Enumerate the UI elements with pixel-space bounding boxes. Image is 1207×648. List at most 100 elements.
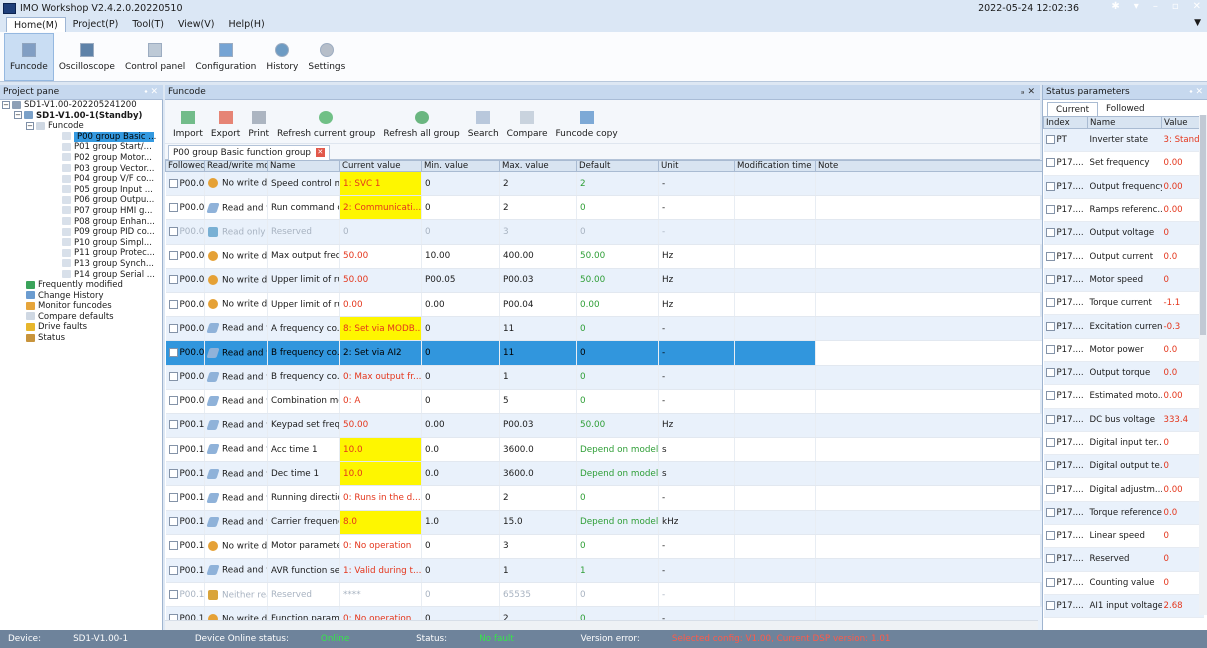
expand-toggle-icon[interactable]: − [2,100,10,109]
tree-node[interactable]: P10 group Simpl... [0,238,162,249]
expand-toggle-icon[interactable]: − [26,121,34,130]
funcode-row[interactable]: P00.06 Read and w...A frequency co...8: S… [165,316,1116,342]
scroll-thumb[interactable] [1200,115,1206,335]
follow-checkbox[interactable] [168,444,178,454]
follow-checkbox[interactable] [168,420,178,430]
status-row[interactable]: P17.... Digital input ter... 0 [1043,431,1204,456]
status-checkbox[interactable] [1045,461,1055,471]
funcode-row[interactable]: P00.02Read onlyReserved0030- [165,219,1116,245]
menu-project[interactable]: Project(P) [66,17,126,32]
status-checkbox[interactable] [1045,601,1055,611]
tree-node[interactable]: P00 group Basic ... [0,131,162,143]
horizontal-scrollbar[interactable] [165,620,1038,630]
tree-node[interactable]: P08 group Enhan... [0,217,162,228]
tree-node[interactable]: P03 group Vector... [0,164,162,175]
follow-checkbox[interactable] [168,251,178,261]
follow-checkbox[interactable] [168,541,178,551]
ribbon-oscilloscope-button[interactable]: Oscilloscope [54,33,120,81]
column-header-read-write-mode[interactable]: Read/write mode [204,160,268,172]
menu-home[interactable]: Home(M) [6,17,66,32]
status-checkbox[interactable] [1045,251,1055,261]
column-header-followed[interactable]: Followed [165,160,205,172]
status-checkbox[interactable] [1045,554,1055,564]
status-row[interactable]: P17.... Motor speed 0 [1043,268,1204,293]
tree-node[interactable]: P06 group Outpu... [0,195,162,206]
status-checkbox[interactable] [1045,368,1055,378]
pane-controls-icon[interactable]: ⬩ ✕ [144,85,158,99]
current-value-cell[interactable]: 2: Set via AI2 [339,340,422,366]
tree-node[interactable]: Drive faults [0,322,162,333]
tree-node[interactable]: − SD1-V1.00-202205241200 [0,100,162,111]
follow-checkbox[interactable] [168,517,178,527]
status-checkbox[interactable] [1045,484,1055,494]
funcode-row[interactable]: P00.16 Read and w...AVR function sel...1:… [165,558,1116,584]
column-header-current-value[interactable]: Current value [339,160,422,172]
status-row[interactable]: P17.... Excitation current -0.3 [1043,314,1204,339]
tree-node[interactable]: Frequently modified [0,280,162,291]
ribbon-settings-button[interactable]: Settings [303,33,350,81]
current-value-cell[interactable]: 0: No operation [339,534,422,560]
tree-node[interactable]: − SD1-V1.00-1(Standby) [0,111,162,122]
tree-node[interactable]: P09 group PID co... [0,227,162,238]
status-checkbox[interactable] [1045,158,1055,168]
toolbar-funcode-copy-button[interactable]: Funcode copy [552,100,622,144]
follow-checkbox[interactable] [168,275,178,285]
menu-view[interactable]: View(V) [171,17,221,32]
menu-help[interactable]: Help(H) [221,17,271,32]
follow-checkbox[interactable] [168,565,178,575]
funcode-row[interactable]: P00.07 Read and w...B frequency co...2: S… [165,340,1116,366]
status-row[interactable]: P17.... Torque current -1.1 [1043,291,1204,316]
toolbar-refresh-current-group-button[interactable]: Refresh current group [273,100,379,144]
follow-checkbox[interactable] [168,396,178,406]
follow-checkbox[interactable] [168,468,178,478]
column-header-unit[interactable]: Unit [658,160,735,172]
current-value-cell[interactable]: **** [339,582,422,608]
follow-checkbox[interactable] [168,202,178,212]
status-checkbox[interactable] [1045,298,1055,308]
follow-checkbox[interactable] [168,372,178,382]
current-value-cell[interactable]: 8: Set via MODB... [339,316,422,342]
status-checkbox[interactable] [1045,181,1055,191]
ribbon-control-panel-button[interactable]: Control panel [120,33,190,81]
tree-node[interactable]: P13 group Synch... [0,259,162,270]
status-row[interactable]: P17.... AI1 input voltage 2.68 [1043,594,1204,619]
toolbar-compare-button[interactable]: Compare [503,100,552,144]
column-header-modification-time[interactable]: Modification time [734,160,816,172]
current-value-cell[interactable]: 50.00 [339,268,422,293]
funcode-row[interactable]: P00.03No write dur...Max output freq...5… [165,244,1116,269]
funcode-row[interactable]: P00.09 Read and w...Combination mo...0: A… [165,389,1116,414]
toolbar-refresh-all-group-button[interactable]: Refresh all group [379,100,463,144]
status-row[interactable]: P17.... Torque reference 0.0 [1043,501,1204,526]
tree-node[interactable]: − Funcode [0,121,162,132]
funcode-row[interactable]: P00.00 No write dur...Speed control m...1… [165,171,1116,197]
current-value-cell[interactable]: 10.0 [339,461,422,487]
toolbar-print-button[interactable]: Print [244,100,273,144]
tree-node[interactable]: P11 group Protec... [0,248,162,259]
column-header-name[interactable]: Name [267,160,340,172]
status-row[interactable]: P17.... Output torque 0.0 [1043,361,1204,386]
tree-node[interactable]: P07 group HMI g... [0,206,162,217]
status-row[interactable]: PT Inverter state 3: Stand [1043,128,1204,153]
col-value[interactable]: Value [1161,116,1204,129]
funcode-row[interactable]: P00.13 Read and w...Running directio...0:… [165,485,1116,511]
col-name[interactable]: Name [1087,116,1162,129]
maximize-button[interactable]: ▫ [1172,1,1179,12]
funcode-row[interactable]: P00.15 No write dur...Motor paramete...0:… [165,534,1116,560]
current-value-cell[interactable]: 10.0 [339,437,422,463]
status-checkbox[interactable] [1045,274,1055,284]
funcode-row[interactable]: P00.14 Read and w...Carrier frequenc...8.… [165,510,1116,535]
tree-node[interactable]: Monitor funcodes [0,301,162,312]
tab-current[interactable]: Current [1047,102,1099,116]
close-button[interactable]: ✕ [1193,1,1201,12]
current-value-cell[interactable]: 0.00 [339,292,422,318]
current-value-cell[interactable]: 0: Max output fr... [339,365,422,390]
funcode-row[interactable]: P00.10Read and w...Keypad set freq...50.… [165,413,1116,439]
column-header-max-value[interactable]: Max. value [499,160,577,172]
tree-node[interactable]: P05 group Input ... [0,185,162,196]
ribbon-history-button[interactable]: History [261,33,303,81]
status-row[interactable]: P17.... Linear speed 0 [1043,524,1204,549]
current-value-cell[interactable]: 1: SVC 1 [339,171,422,197]
pin-icon[interactable]: ✱ [1111,1,1119,12]
status-checkbox[interactable] [1045,321,1055,331]
current-value-cell[interactable]: 0 [339,219,422,245]
